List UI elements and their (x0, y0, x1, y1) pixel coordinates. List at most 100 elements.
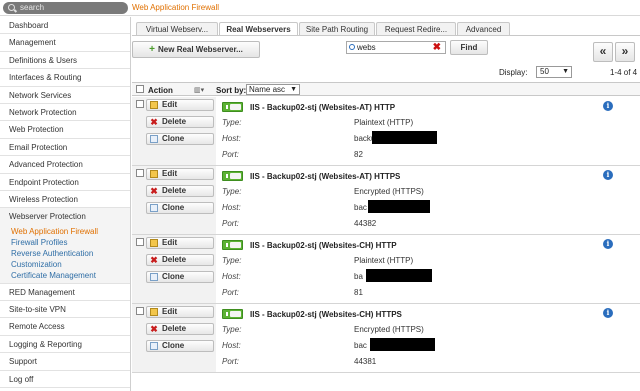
clone-button[interactable]: Clone (146, 202, 214, 214)
enable-toggle[interactable] (222, 240, 243, 250)
toggle-knob (230, 173, 241, 179)
result-range: 1-4 of 4 (610, 68, 638, 77)
select-all-checkbox[interactable] (136, 85, 144, 93)
sidebar-item-web-protection[interactable]: Web Protection (0, 121, 130, 139)
sidebar-submenu: Web Application Firewall Firewall Profile… (0, 225, 130, 284)
type-label: Type: (222, 118, 242, 127)
webserver-name[interactable]: IIS - Backup02-stj (Websites-AT) HTTP (250, 103, 395, 112)
tab-virtual-webservers[interactable]: Virtual Webserv... (136, 22, 218, 36)
enable-toggle[interactable] (222, 102, 243, 112)
delete-button[interactable]: ✖ Delete (146, 323, 214, 335)
port-value: 82 (354, 150, 363, 159)
info-icon[interactable]: i (603, 308, 613, 318)
sidebar-item-log-off[interactable]: Log off (0, 371, 130, 389)
column-menu-icon[interactable]: ▥▾ (194, 86, 204, 94)
table-header: Action ▥▾ Sort by: Name asc ▼ (132, 82, 640, 96)
sidebar-item-remote-access[interactable]: Remote Access (0, 318, 130, 336)
table-row: Edit ✖ Delete Clone IIS - Backup02-stj (… (132, 304, 640, 373)
sidebar-subitem-reverse-authentication[interactable]: Reverse Authentication (0, 247, 130, 259)
edit-button[interactable]: Edit (146, 306, 214, 318)
sidebar-subitem-certificate-management[interactable]: Certificate Management (0, 269, 130, 281)
delete-label: Delete (162, 324, 187, 333)
redacted-block (366, 269, 432, 282)
filter-search-icon (349, 44, 355, 50)
webserver-name[interactable]: IIS - Backup02-stj (Websites-CH) HTTPS (250, 310, 402, 319)
delete-button[interactable]: ✖ Delete (146, 185, 214, 197)
clone-button[interactable]: Clone (146, 133, 214, 145)
sidebar-item-network-protection[interactable]: Network Protection (0, 104, 130, 122)
webserver-name[interactable]: IIS - Backup02-stj (Websites-AT) HTTPS (250, 172, 400, 181)
sidebar-item-definitions-users[interactable]: Definitions & Users (0, 52, 130, 70)
tab-request-redirection[interactable]: Request Redire... (376, 22, 456, 36)
display-count-select[interactable]: 50 ▼ (536, 66, 572, 78)
sidebar-item-red-management[interactable]: RED Management (0, 284, 130, 302)
sidebar: Dashboard Management Definitions & Users In… (0, 17, 131, 391)
edit-button[interactable]: Edit (146, 99, 214, 111)
sidebar-item-site-to-site-vpn[interactable]: Site-to-site VPN (0, 301, 130, 319)
action-column-header: Action (148, 86, 173, 95)
clone-button[interactable]: Clone (146, 271, 214, 283)
enable-toggle[interactable] (222, 171, 243, 181)
tab-advanced[interactable]: Advanced (457, 22, 510, 36)
top-bar: search Web Application Firewall (0, 0, 640, 16)
filter-value: webs (357, 43, 376, 52)
info-icon[interactable]: i (603, 101, 613, 111)
row-checkbox[interactable] (136, 100, 144, 108)
sidebar-item-network-services[interactable]: Network Services (0, 87, 130, 104)
tab-site-path-routing[interactable]: Site Path Routing (299, 22, 375, 36)
redacted-block (368, 200, 430, 213)
sidebar-item-advanced-protection[interactable]: Advanced Protection (0, 156, 130, 174)
clear-filter-icon[interactable]: ✖ (433, 42, 441, 53)
edit-label: Edit (162, 169, 178, 178)
row-checkbox[interactable] (136, 169, 144, 177)
search-placeholder: search (20, 3, 45, 12)
filter-input[interactable]: webs ✖ (346, 41, 446, 54)
delete-button[interactable]: ✖ Delete (146, 254, 214, 266)
page-title: Web Application Firewall (132, 3, 220, 12)
host-value: ba (354, 272, 363, 281)
sidebar-item-management[interactable]: Management (0, 34, 130, 52)
info-icon[interactable]: i (603, 239, 613, 249)
sidebar-item-dashboard[interactable]: Dashboard (0, 17, 130, 35)
table-row: Edit ✖ Delete Clone IIS - Backup02-stj (… (132, 166, 640, 235)
sidebar-subitem-firewall-profiles[interactable]: Firewall Profiles (0, 236, 130, 248)
new-button-label: New Real Webserver... (158, 45, 243, 54)
global-search-input[interactable]: search (3, 2, 128, 14)
type-value: Encrypted (HTTPS) (354, 325, 424, 334)
edit-button[interactable]: Edit (146, 168, 214, 180)
row-checkbox[interactable] (136, 307, 144, 315)
host-value: bac (354, 341, 367, 350)
sidebar-item-endpoint-protection[interactable]: Endpoint Protection (0, 174, 130, 191)
enable-toggle[interactable] (222, 309, 243, 319)
sort-by-label: Sort by: (216, 86, 247, 95)
sidebar-item-logging-reporting[interactable]: Logging & Reporting (0, 336, 130, 354)
sidebar-item-support[interactable]: Support (0, 353, 130, 371)
sidebar-item-interfaces-routing[interactable]: Interfaces & Routing (0, 69, 130, 87)
sidebar-item-webserver-protection[interactable]: Webserver Protection (0, 208, 130, 226)
find-button[interactable]: Find (450, 40, 488, 55)
table-row: Edit ✖ Delete Clone IIS - Backup02-stj (… (132, 235, 640, 304)
clone-button[interactable]: Clone (146, 340, 214, 352)
delete-icon: ✖ (150, 117, 158, 127)
edit-button[interactable]: Edit (146, 237, 214, 249)
delete-icon: ✖ (150, 186, 158, 196)
tab-real-webservers[interactable]: Real Webservers (219, 22, 298, 36)
sidebar-item-wireless-protection[interactable]: Wireless Protection (0, 191, 130, 209)
main-content: Virtual Webserv... Real Webservers Site … (132, 17, 640, 391)
new-real-webserver-button[interactable]: + New Real Webserver... (132, 41, 260, 58)
sidebar-item-email-protection[interactable]: Email Protection (0, 139, 130, 157)
next-page-button[interactable]: » (615, 42, 635, 62)
info-icon[interactable]: i (603, 170, 613, 180)
row-checkbox[interactable] (136, 238, 144, 246)
edit-label: Edit (162, 238, 178, 247)
clone-icon (150, 204, 158, 212)
toggle-knob (230, 242, 241, 248)
sidebar-subitem-customization[interactable]: Customization (0, 258, 130, 270)
delete-button[interactable]: ✖ Delete (146, 116, 214, 128)
clone-icon (150, 135, 158, 143)
port-label: Port: (222, 219, 239, 228)
sidebar-subitem-web-application-firewall[interactable]: Web Application Firewall (0, 225, 130, 237)
webserver-name[interactable]: IIS - Backup02-stj (Websites-CH) HTTP (250, 241, 397, 250)
prev-page-button[interactable]: « (593, 42, 613, 62)
sort-by-select[interactable]: Name asc ▼ (246, 84, 300, 95)
